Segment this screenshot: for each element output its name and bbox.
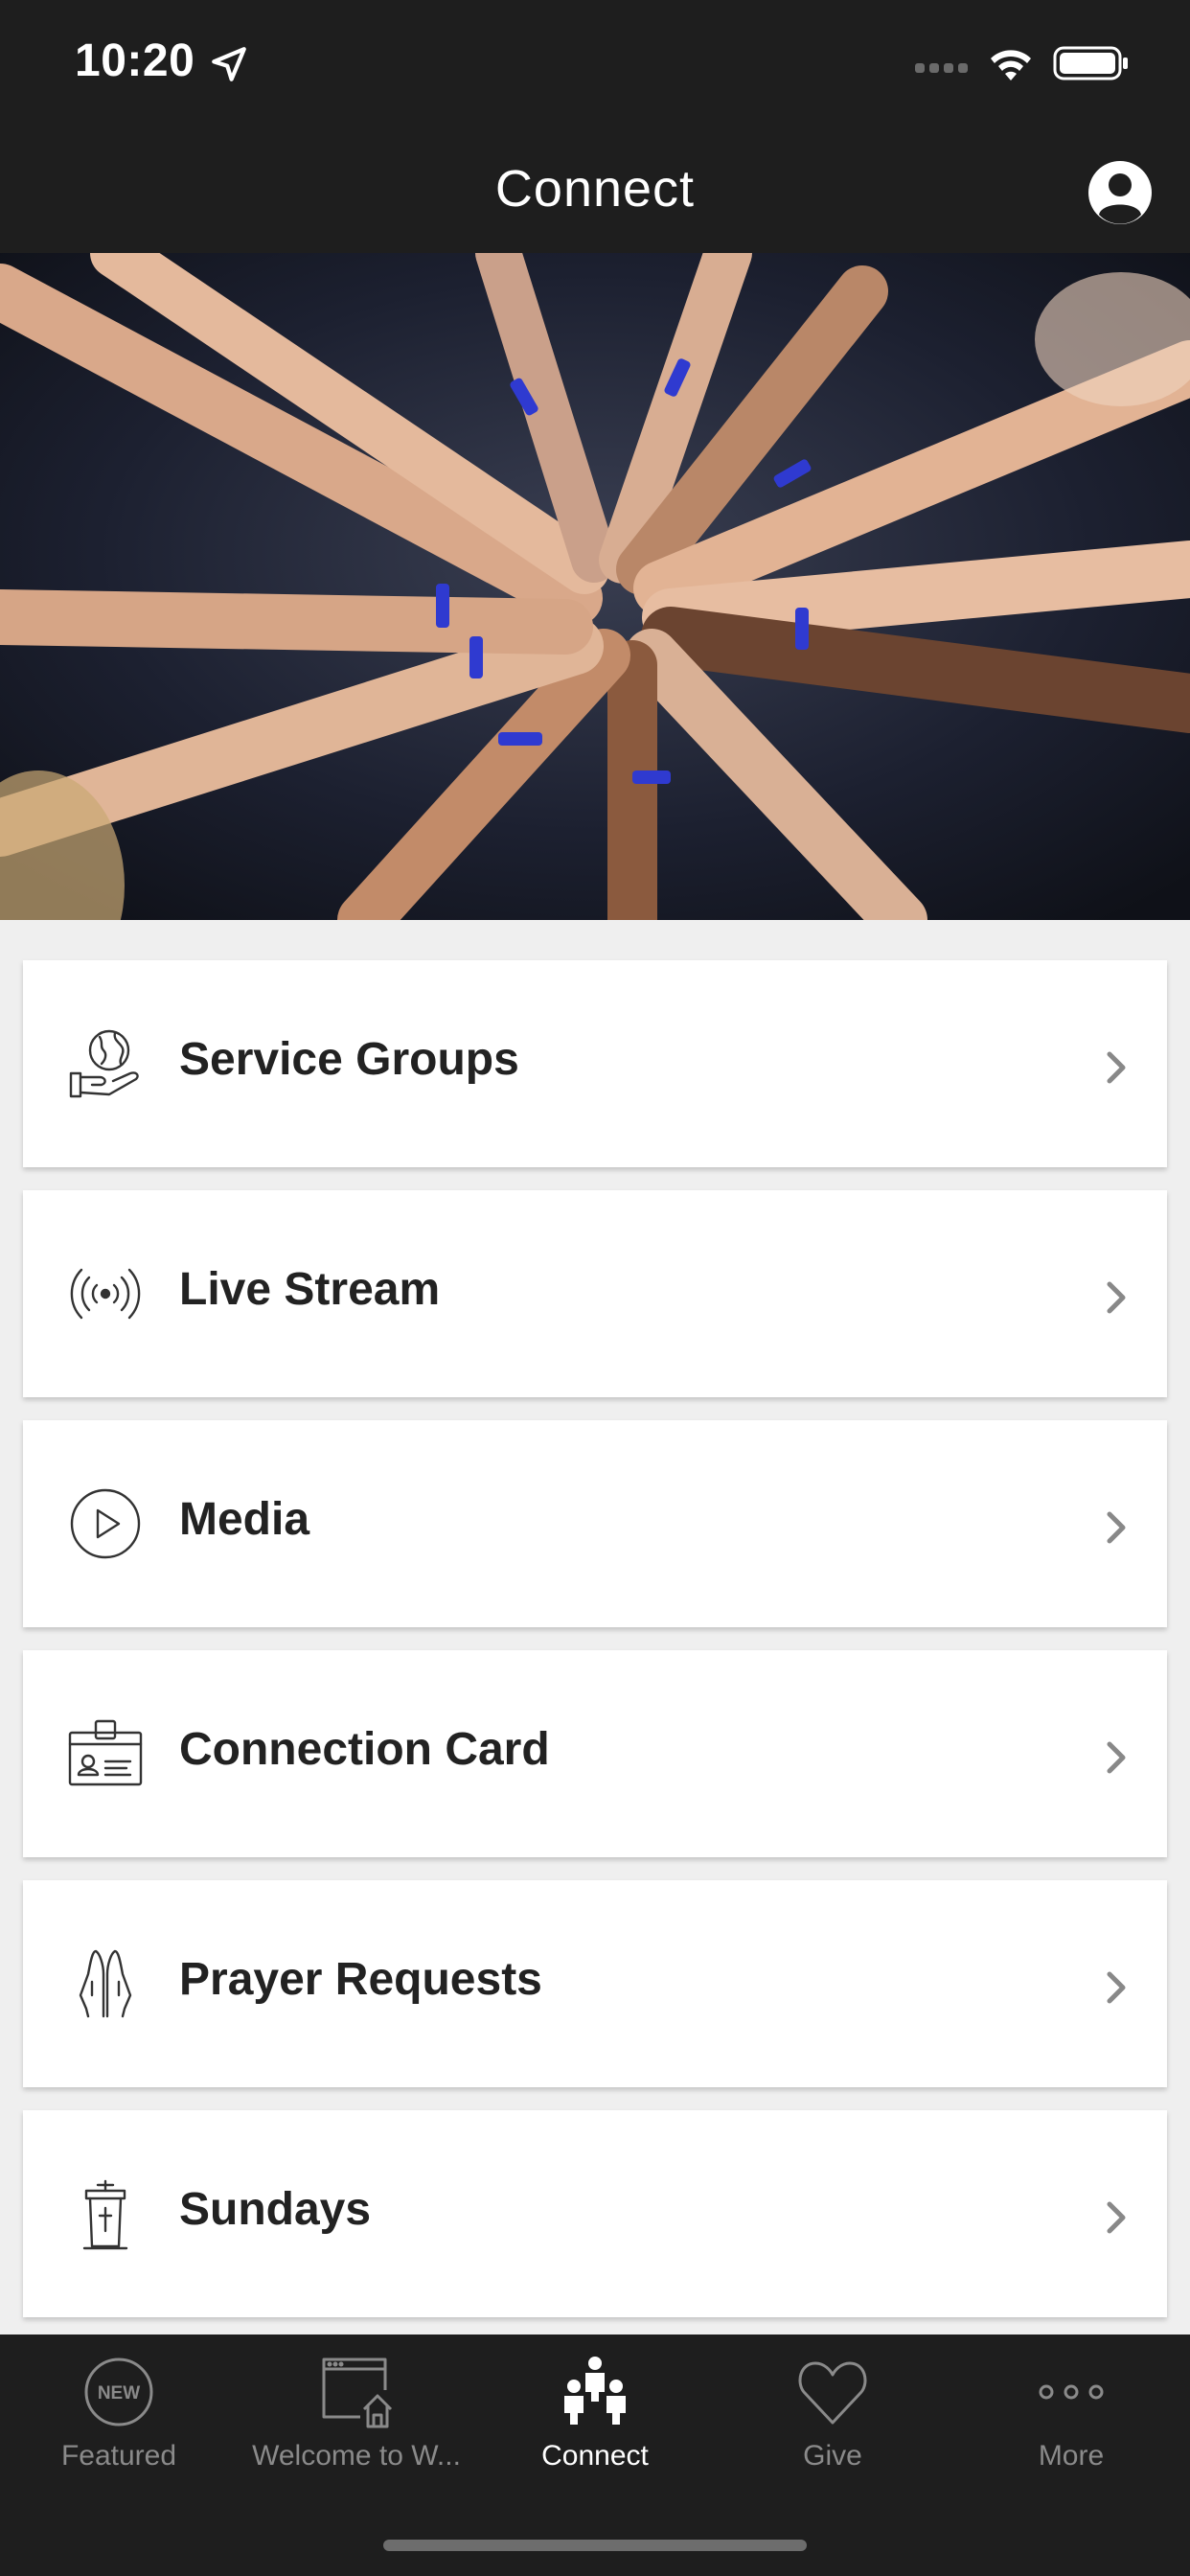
tab-label: More <box>1038 2440 1105 2472</box>
menu-item-label: Live Stream <box>179 1264 441 1315</box>
tab-label: Welcome to W... <box>252 2440 461 2472</box>
chevron-right-icon <box>1107 1741 1126 1774</box>
tab-give[interactable]: Give <box>714 2334 951 2517</box>
chevron-right-icon <box>1107 1281 1126 1314</box>
hands-together-photo <box>0 253 1190 920</box>
menu-item-service-groups[interactable]: Service Groups <box>23 960 1167 1167</box>
more-dots-icon <box>1033 2354 1110 2430</box>
chevron-right-icon <box>1107 1971 1126 2004</box>
tab-more[interactable]: More <box>952 2334 1190 2517</box>
menu-item-connection-card[interactable]: Connection Card <box>23 1650 1167 1857</box>
hero-image <box>0 253 1190 920</box>
new-badge-text: NEW <box>98 2383 140 2404</box>
chevron-right-icon <box>1107 2201 1126 2234</box>
globe-in-hand-icon <box>67 1025 144 1102</box>
location-arrow-icon <box>212 47 246 81</box>
tab-connect[interactable]: Connect <box>476 2334 714 2517</box>
tab-label: Give <box>803 2440 862 2472</box>
pulpit-icon <box>67 2175 144 2252</box>
wifi-icon <box>991 50 1031 80</box>
menu-item-label: Media <box>179 1494 310 1545</box>
status-bar: 10:20 <box>0 0 1190 126</box>
battery-icon <box>1053 46 1128 80</box>
chevron-right-icon <box>1107 1511 1126 1544</box>
cellular-dots-icon <box>915 63 968 73</box>
tab-welcome[interactable]: Welcome to W... <box>238 2334 475 2517</box>
menu-item-sundays[interactable]: Sundays <box>23 2110 1167 2317</box>
menu-item-label: Service Groups <box>179 1034 519 1085</box>
tab-label: Featured <box>60 2440 177 2472</box>
home-indicator[interactable] <box>383 2540 807 2551</box>
user-profile-icon[interactable] <box>1087 159 1154 226</box>
tab-label: Connect <box>541 2440 649 2472</box>
chevron-right-icon <box>1107 1051 1126 1084</box>
menu-item-label: Sundays <box>179 2184 372 2235</box>
menu-item-label: Prayer Requests <box>179 1954 542 2005</box>
menu-item-prayer-requests[interactable]: Prayer Requests <box>23 1880 1167 2087</box>
status-time: 10:20 <box>75 35 195 86</box>
people-group-icon <box>557 2354 633 2430</box>
id-card-icon <box>67 1715 144 1792</box>
tab-featured[interactable]: NEW Featured <box>0 2334 238 2517</box>
menu-item-media[interactable]: Media <box>23 1420 1167 1627</box>
praying-hands-icon <box>67 1945 144 2022</box>
play-circle-icon <box>67 1485 144 1562</box>
browser-home-icon <box>318 2354 395 2430</box>
page-title: Connect <box>494 160 696 218</box>
new-badge-icon: NEW <box>80 2354 157 2430</box>
heart-icon <box>794 2354 871 2430</box>
menu-item-label: Connection Card <box>179 1724 550 1775</box>
menu-item-live-stream[interactable]: Live Stream <box>23 1190 1167 1397</box>
nav-bar: Connect <box>0 126 1190 253</box>
broadcast-icon <box>67 1255 144 1332</box>
